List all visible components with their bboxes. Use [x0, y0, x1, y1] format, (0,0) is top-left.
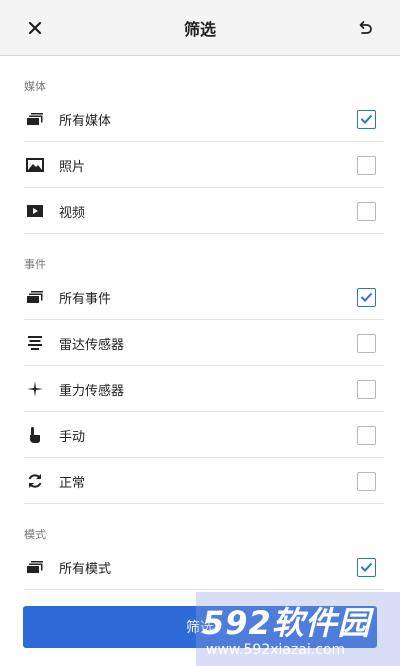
filter-row-gravity[interactable]: 重力传感器 — [0, 366, 400, 412]
checkbox-checked[interactable] — [357, 287, 376, 307]
filter-label: 手动 — [59, 429, 86, 445]
watermark-logo-text: 592软件园 — [202, 604, 371, 642]
close-icon — [28, 21, 42, 34]
video-icon — [24, 200, 46, 222]
filter-label: 重力传感器 — [59, 383, 125, 399]
filter-label: 所有事件 — [59, 291, 112, 307]
watermark: 592软件园 www.592xiazai.com — [196, 592, 400, 666]
filter-label: 视频 — [59, 205, 86, 221]
section-label-media: 媒体 — [24, 80, 46, 93]
section-label-events: 事件 — [24, 258, 46, 271]
divider — [24, 503, 384, 504]
filter-label: 雷达传感器 — [59, 337, 125, 353]
filter-row-photo[interactable]: 照片 — [0, 142, 400, 188]
divider — [24, 589, 384, 590]
section-label-mode: 模式 — [24, 528, 46, 541]
watermark-url: www.592xiazai.com — [206, 642, 346, 658]
photo-icon — [24, 154, 46, 176]
checkbox[interactable] — [357, 333, 376, 353]
filter-row-normal[interactable]: 正常 — [0, 458, 400, 504]
checkbox[interactable] — [357, 201, 376, 221]
divider — [24, 233, 384, 234]
checkbox[interactable] — [357, 425, 376, 445]
stack-icon — [24, 286, 46, 308]
reset-button[interactable] — [350, 13, 380, 43]
hand-icon — [24, 424, 46, 446]
stack-icon — [24, 108, 46, 130]
filter-row-radar[interactable]: 雷达传感器 — [0, 320, 400, 366]
filter-label: 正常 — [59, 475, 86, 491]
filter-row-all-media[interactable]: 所有媒体 — [0, 96, 400, 142]
checkbox[interactable] — [357, 379, 376, 399]
gravity-icon — [24, 378, 46, 400]
checkbox[interactable] — [357, 155, 376, 175]
filter-row-all-events[interactable]: 所有事件 — [0, 274, 400, 320]
header: 筛选 — [0, 0, 400, 56]
radar-icon — [24, 332, 46, 354]
page-title: 筛选 — [183, 19, 216, 39]
filter-label: 照片 — [59, 159, 86, 175]
filter-row-all-modes[interactable]: 所有模式 — [0, 544, 400, 590]
filter-row-manual[interactable]: 手动 — [0, 412, 400, 458]
close-button[interactable] — [20, 13, 50, 43]
filter-label: 所有模式 — [59, 561, 112, 577]
checkbox-checked[interactable] — [357, 109, 376, 129]
checkbox-checked[interactable] — [357, 557, 376, 577]
refresh-icon — [24, 470, 46, 492]
filter-list: 媒体 所有媒体 照片 视频 事件 所有事件 雷达传感器 重力传感器 手动 正常 … — [0, 56, 400, 590]
checkbox[interactable] — [357, 471, 376, 491]
undo-icon — [359, 20, 372, 34]
stack-icon — [24, 556, 46, 578]
filter-row-video[interactable]: 视频 — [0, 188, 400, 234]
filter-label: 所有媒体 — [59, 113, 112, 129]
